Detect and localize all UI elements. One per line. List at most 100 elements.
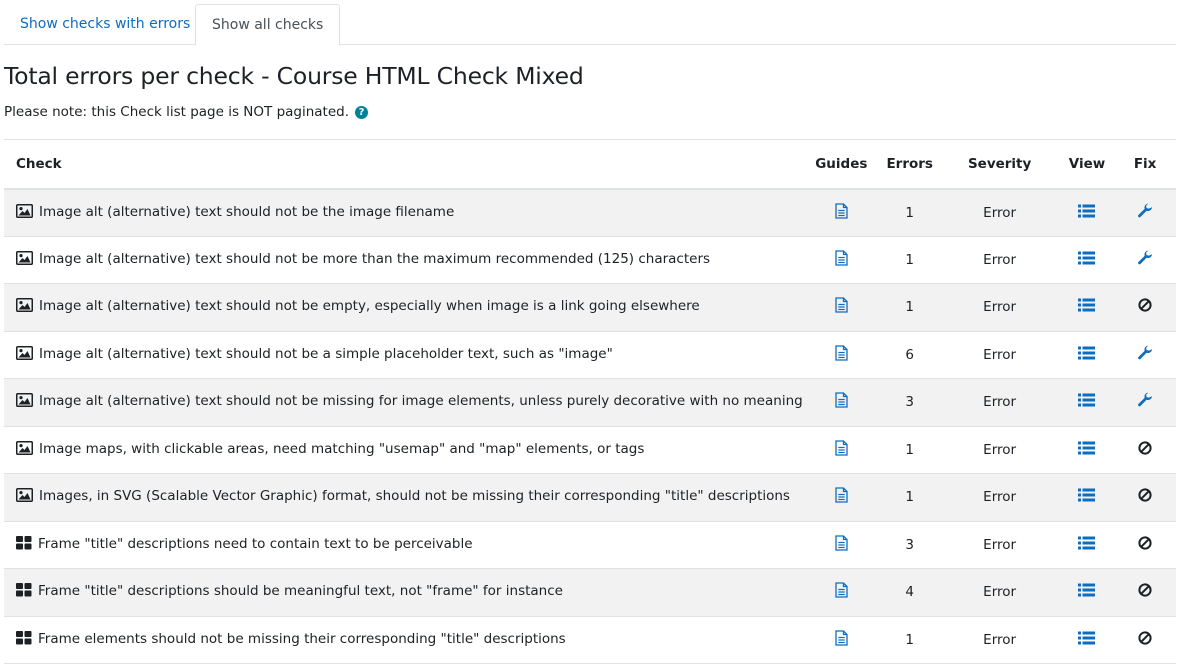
header-check[interactable]: Check: [4, 139, 803, 190]
file-text-icon[interactable]: [835, 630, 848, 650]
guides-cell: [802, 521, 880, 569]
severity-cell: Error: [939, 283, 1060, 332]
view-cell: [1059, 188, 1115, 237]
check-label: Image alt (alternative) text should not …: [39, 298, 700, 315]
file-text-icon[interactable]: [835, 297, 848, 317]
list-icon[interactable]: [1078, 251, 1096, 269]
view-cell: [1059, 331, 1115, 379]
ban-icon: [1138, 441, 1152, 459]
errors-cell: 1: [879, 188, 940, 237]
check-label: Frame "title" descriptions need to conta…: [38, 535, 473, 552]
check-cell: Image alt (alternative) text should not …: [4, 378, 803, 427]
list-icon[interactable]: [1078, 393, 1096, 411]
table-row: Image alt (alternative) text should not …: [4, 188, 1176, 237]
file-text-icon[interactable]: [835, 535, 848, 555]
errors-cell: 1: [879, 283, 940, 332]
table-row: Image maps, with clickable areas, need m…: [4, 426, 1176, 474]
table-row: Frame "title" descriptions need to conta…: [4, 521, 1176, 569]
wrench-icon[interactable]: [1137, 250, 1153, 270]
errors-cell: 1: [879, 426, 940, 474]
wrench-icon[interactable]: [1137, 392, 1153, 412]
file-text-icon[interactable]: [835, 345, 848, 365]
tab-show-checks-with-errors[interactable]: Show checks with errors: [4, 4, 206, 45]
check-label: Image alt (alternative) text should not …: [39, 203, 455, 220]
fix-cell: [1114, 473, 1176, 522]
checks-table: Check Guides Errors Severity View Fix Im…: [4, 139, 1176, 664]
file-text-icon[interactable]: [835, 582, 848, 602]
header-view: View: [1059, 139, 1115, 190]
check-cell: Image alt (alternative) text should not …: [4, 188, 803, 237]
pagination-note-text: Please note: this Check list page is NOT…: [4, 104, 350, 120]
guides-cell: [802, 426, 880, 474]
view-cell: [1059, 616, 1115, 664]
ban-icon: [1138, 536, 1152, 554]
check-label: Images, in SVG (Scalable Vector Graphic)…: [39, 488, 790, 505]
check-cell: Image alt (alternative) text should not …: [4, 283, 803, 332]
list-icon[interactable]: [1078, 583, 1096, 601]
fix-cell: [1114, 568, 1176, 617]
wrench-icon[interactable]: [1137, 345, 1153, 365]
file-text-icon[interactable]: [835, 440, 848, 460]
check-label: Image alt (alternative) text should not …: [39, 250, 711, 267]
ban-icon: [1138, 583, 1152, 601]
guides-cell: [802, 616, 880, 664]
fix-cell: [1114, 283, 1176, 332]
frame-icon: [16, 583, 32, 601]
severity-cell: Error: [939, 188, 1060, 237]
header-fix: Fix: [1114, 139, 1176, 190]
ban-icon: [1138, 298, 1152, 316]
fix-cell: [1114, 331, 1176, 379]
header-severity[interactable]: Severity: [939, 139, 1060, 190]
severity-cell: Error: [939, 568, 1060, 617]
image-icon: [16, 488, 33, 506]
fix-cell: [1114, 378, 1176, 427]
file-text-icon[interactable]: [835, 250, 848, 270]
severity-cell: Error: [939, 426, 1060, 474]
ban-icon: [1138, 631, 1152, 649]
question-circle-icon[interactable]: ?: [355, 105, 369, 119]
table-row: Images, in SVG (Scalable Vector Graphic)…: [4, 473, 1176, 522]
list-icon[interactable]: [1078, 488, 1096, 506]
view-cell: [1059, 426, 1115, 474]
file-text-icon[interactable]: [835, 202, 848, 223]
view-cell: [1059, 236, 1115, 284]
header-errors[interactable]: Errors: [879, 139, 940, 190]
table-row: Frame "title" descriptions should be mea…: [4, 568, 1176, 617]
severity-cell: Error: [939, 521, 1060, 569]
check-cell: Frame "title" descriptions need to conta…: [4, 521, 803, 569]
check-label: Frame "title" descriptions should be mea…: [38, 583, 563, 600]
frame-icon: [16, 630, 32, 649]
table-row: Image alt (alternative) text should not …: [4, 331, 1176, 379]
table-row: Image alt (alternative) text should not …: [4, 378, 1176, 427]
guides-cell: [802, 331, 880, 379]
check-cell: Frame elements should not be missing the…: [4, 616, 803, 664]
list-icon[interactable]: [1078, 631, 1096, 649]
list-icon[interactable]: [1078, 536, 1096, 554]
table-row: Image alt (alternative) text should not …: [4, 283, 1176, 332]
fix-cell: [1114, 188, 1176, 237]
ban-icon: [1138, 488, 1152, 506]
file-text-icon[interactable]: [835, 487, 848, 507]
table-row: Image alt (alternative) text should not …: [4, 236, 1176, 284]
guides-cell: [802, 378, 880, 427]
list-icon[interactable]: [1078, 298, 1096, 316]
list-icon[interactable]: [1078, 441, 1096, 459]
check-cell: Image alt (alternative) text should not …: [4, 236, 803, 284]
check-cell: Images, in SVG (Scalable Vector Graphic)…: [4, 473, 803, 522]
check-label: Image alt (alternative) text should not …: [39, 393, 803, 410]
severity-cell: Error: [939, 378, 1060, 427]
check-label: Image maps, with clickable areas, need m…: [39, 440, 645, 457]
errors-cell: 3: [879, 378, 940, 427]
list-icon[interactable]: [1078, 204, 1096, 222]
errors-cell: 6: [879, 331, 940, 379]
pagination-note: Please note: this Check list page is NOT…: [4, 104, 369, 120]
check-label: Frame elements should not be missing the…: [38, 630, 566, 647]
list-icon[interactable]: [1078, 346, 1096, 364]
guides-cell: [802, 236, 880, 284]
errors-cell: 1: [879, 473, 940, 522]
wrench-icon[interactable]: [1137, 203, 1153, 223]
guides-cell: [802, 283, 880, 332]
guides-cell: [802, 473, 880, 522]
tab-show-all-checks[interactable]: Show all checks: [195, 4, 341, 46]
file-text-icon[interactable]: [835, 392, 848, 412]
